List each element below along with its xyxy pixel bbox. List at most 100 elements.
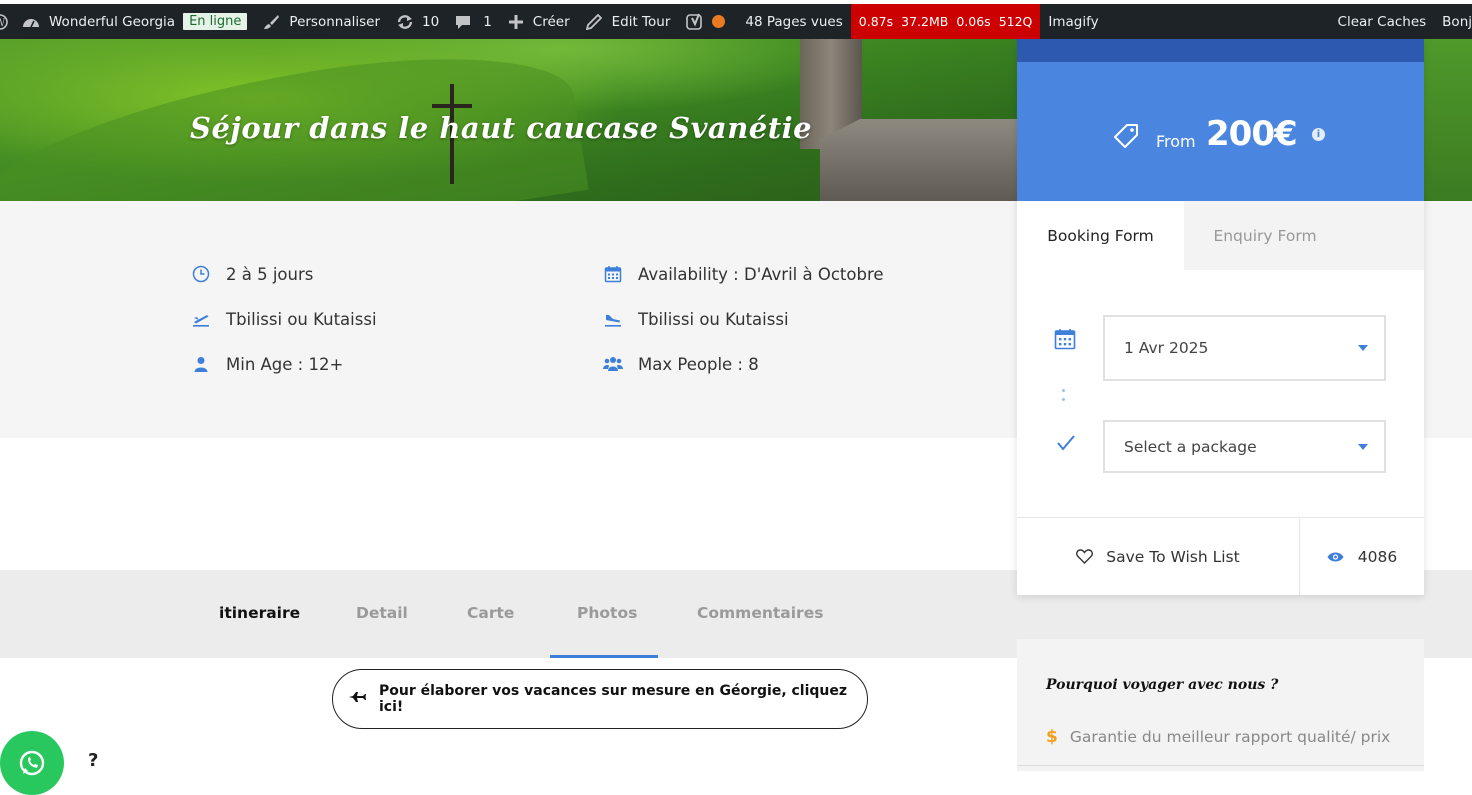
min-age-text: Min Age : 12+ bbox=[226, 354, 344, 374]
wordpress-logo-icon[interactable]: W bbox=[0, 4, 8, 39]
yoast-logo-icon bbox=[686, 13, 703, 30]
new-content-menu[interactable]: Créer bbox=[500, 4, 578, 39]
question-mark-text: ? bbox=[88, 750, 99, 771]
min-age-item: Min Age : 12+ bbox=[191, 354, 343, 374]
chevron-down-icon bbox=[1358, 443, 1368, 450]
svg-text:W: W bbox=[0, 18, 6, 29]
whatsapp-chat-button[interactable] bbox=[0, 731, 64, 795]
pencil-icon bbox=[585, 13, 602, 30]
price-amount: 200€ bbox=[1206, 114, 1298, 154]
comments-link[interactable]: 1 bbox=[447, 4, 500, 39]
heart-icon bbox=[1076, 549, 1094, 564]
why-us-item: $ Garantie du meilleur rapport qualité/ … bbox=[1046, 727, 1390, 747]
page-title: Séjour dans le haut caucase Svanétie bbox=[190, 111, 813, 145]
availability-item: Availability : D'Avril à Octobre bbox=[603, 264, 884, 284]
tab-photos[interactable]: Photos bbox=[577, 604, 637, 622]
plus-icon bbox=[508, 14, 523, 29]
price-tag-icon bbox=[1113, 123, 1139, 153]
updates-count: 10 bbox=[422, 13, 440, 30]
arrival-item: Tbilissi ou Kutaissi bbox=[603, 309, 789, 329]
perf-db-time: 0.06s bbox=[956, 14, 991, 29]
max-people-text: Max People : 8 bbox=[638, 354, 759, 374]
custom-trip-cta-button[interactable]: Pour élaborer vos vacances sur mesure en… bbox=[332, 669, 868, 729]
whatsapp-icon bbox=[19, 750, 45, 776]
update-arrows-icon bbox=[397, 14, 413, 29]
edit-tour-label: Edit Tour bbox=[611, 13, 671, 30]
dollar-icon: $ bbox=[1046, 727, 1058, 747]
why-us-item-label: Garantie du meilleur rapport qualité/ pr… bbox=[1069, 728, 1391, 746]
perf-queries: 512Q bbox=[998, 14, 1033, 29]
plane-departure-icon bbox=[191, 309, 211, 329]
sidebar-footer: Save To Wish List 4086 bbox=[1017, 517, 1424, 595]
query-monitor-perf[interactable]: 0.87s 37.2MB 0.06s 512Q bbox=[850, 4, 1041, 39]
cta-label: Pour élaborer vos vacances sur mesure en… bbox=[379, 683, 848, 715]
clear-caches-link[interactable]: Clear Caches bbox=[1330, 4, 1435, 39]
account-menu[interactable]: Bonj bbox=[1434, 4, 1472, 39]
airplane-icon bbox=[349, 691, 367, 707]
chevron-down-icon bbox=[1358, 345, 1368, 351]
package-select[interactable]: Select a package bbox=[1103, 420, 1386, 473]
tab-enquiry-form[interactable]: Enquiry Form bbox=[1184, 201, 1346, 270]
site-name: Wonderful Georgia bbox=[49, 13, 176, 30]
eye-icon bbox=[1327, 552, 1344, 561]
perf-memory: 37.2MB bbox=[901, 14, 949, 29]
max-people-item: Max People : 8 bbox=[603, 354, 759, 374]
imagify-label: Imagify bbox=[1048, 13, 1099, 30]
dashboard-gauge-icon bbox=[23, 18, 39, 27]
tab-carte[interactable]: Carte bbox=[467, 604, 514, 622]
perf-time: 0.87s bbox=[858, 14, 894, 29]
customize-label: Personnaliser bbox=[289, 13, 380, 30]
seo-score-dot-icon bbox=[712, 15, 726, 28]
paintbrush-icon bbox=[264, 15, 280, 29]
step-connector bbox=[1062, 389, 1065, 407]
customize-link[interactable]: Personnaliser bbox=[255, 4, 388, 39]
edit-tour-link[interactable]: Edit Tour bbox=[578, 4, 679, 39]
clock-icon bbox=[191, 264, 211, 284]
users-group-icon bbox=[603, 354, 623, 374]
tab-commentaires[interactable]: Commentaires bbox=[697, 604, 823, 622]
greeting-label: Bonj bbox=[1442, 13, 1472, 30]
clear-caches-label: Clear Caches bbox=[1337, 13, 1427, 30]
price-from-label: From bbox=[1156, 132, 1196, 151]
comments-count: 1 bbox=[483, 13, 492, 30]
views-count: 4086 bbox=[1357, 547, 1398, 566]
why-travel-with-us: Pourquoi voyager avec nous ? $ Garantie … bbox=[1017, 639, 1424, 771]
why-us-title: Pourquoi voyager avec nous ? bbox=[1046, 677, 1279, 693]
wishlist-label: Save To Wish List bbox=[1106, 547, 1240, 566]
pageviews-link[interactable]: 48 Pages vues bbox=[733, 4, 850, 39]
updates-link[interactable]: 10 bbox=[388, 4, 447, 39]
availability-text: Availability : D'Avril à Octobre bbox=[638, 264, 884, 284]
tab-detail[interactable]: Detail bbox=[356, 604, 408, 622]
views-counter: 4086 bbox=[1300, 518, 1424, 595]
tab-itineraire[interactable]: itineraire bbox=[219, 604, 300, 622]
admin-bar: W Wonderful Georgia En ligne Personnalis… bbox=[0, 4, 1472, 39]
tab-booking-form[interactable]: Booking Form bbox=[1017, 201, 1184, 270]
booking-sidebar: From 200€ i Booking Form Enquiry Form 1 … bbox=[1017, 39, 1424, 595]
departure-item: Tbilissi ou Kutaissi bbox=[191, 309, 377, 329]
arrival-text: Tbilissi ou Kutaissi bbox=[638, 309, 789, 329]
status-badge: En ligne bbox=[183, 13, 248, 30]
comment-bubble-icon bbox=[456, 15, 471, 29]
save-to-wishlist-button[interactable]: Save To Wish List bbox=[1017, 518, 1300, 595]
departure-text: Tbilissi ou Kutaissi bbox=[226, 309, 377, 329]
duration-item: 2 à 5 jours bbox=[191, 264, 313, 284]
hero-church bbox=[820, 119, 1020, 201]
plane-arrival-icon bbox=[603, 309, 623, 329]
duration-text: 2 à 5 jours bbox=[226, 264, 314, 284]
new-label: Créer bbox=[532, 13, 570, 30]
package-placeholder: Select a package bbox=[1124, 437, 1257, 456]
date-select[interactable]: 1 Avr 2025 bbox=[1103, 315, 1386, 381]
yoast-seo-menu[interactable] bbox=[678, 4, 733, 39]
calendar-icon bbox=[603, 264, 623, 284]
booking-form-tabs: Booking Form Enquiry Form bbox=[1017, 201, 1424, 270]
pageviews-label: 48 Pages vues bbox=[745, 13, 843, 30]
site-name-menu[interactable]: Wonderful Georgia En ligne bbox=[8, 4, 255, 39]
calendar-icon bbox=[1054, 328, 1076, 354]
price-box: From 200€ i bbox=[1017, 62, 1424, 201]
info-icon[interactable]: i bbox=[1312, 128, 1325, 141]
imagify-menu[interactable]: Imagify bbox=[1040, 4, 1106, 39]
date-value: 1 Avr 2025 bbox=[1124, 339, 1209, 357]
active-tab-indicator bbox=[550, 655, 658, 658]
checkmark-icon bbox=[1057, 435, 1075, 455]
user-icon bbox=[191, 354, 211, 374]
